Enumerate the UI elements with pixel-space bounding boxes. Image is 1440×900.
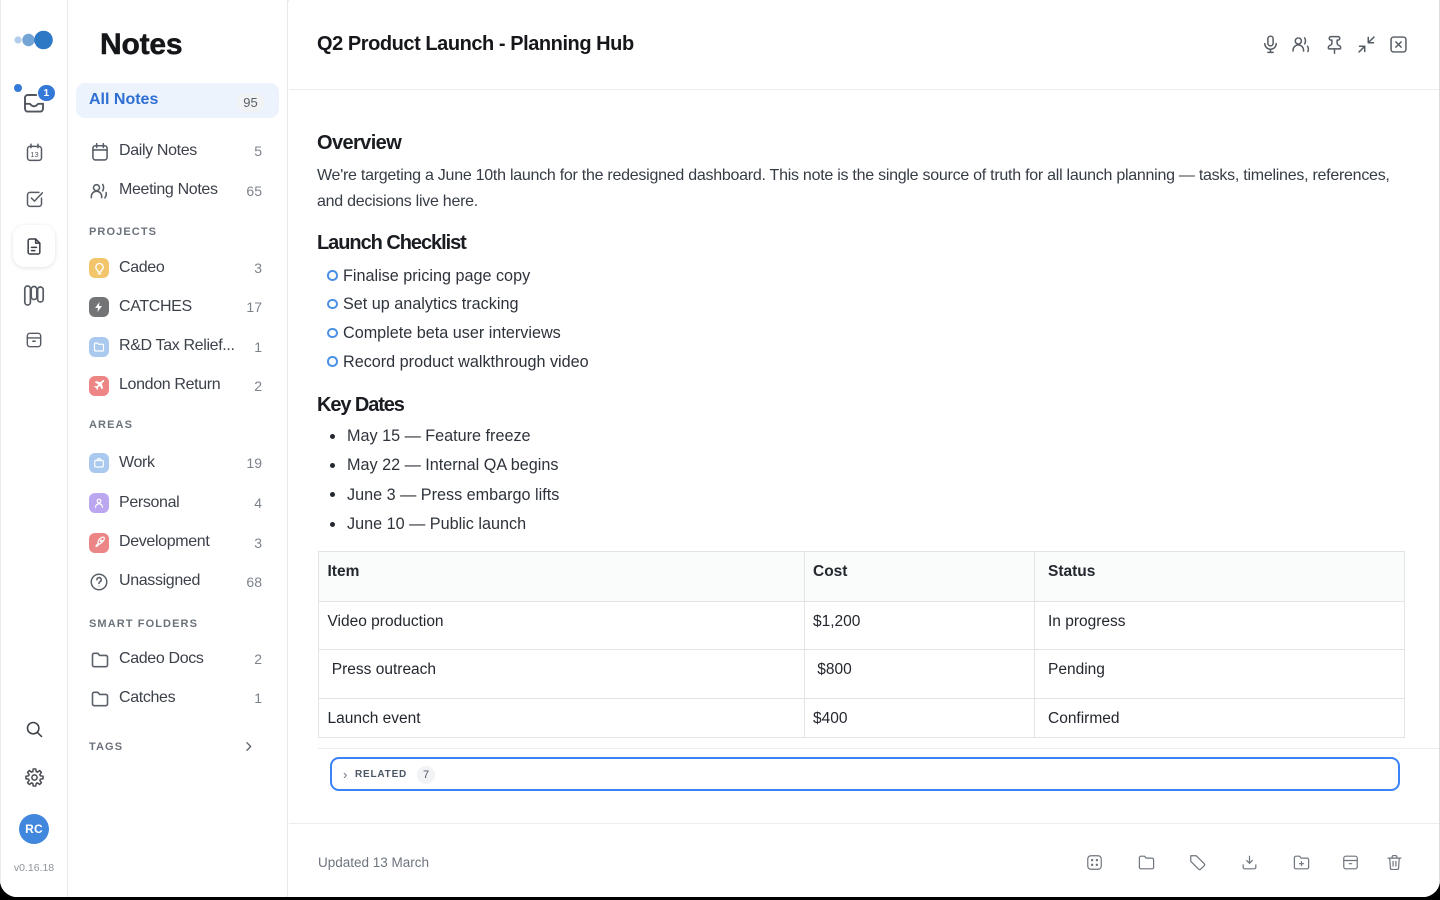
svg-text:13: 13 [30,150,38,159]
